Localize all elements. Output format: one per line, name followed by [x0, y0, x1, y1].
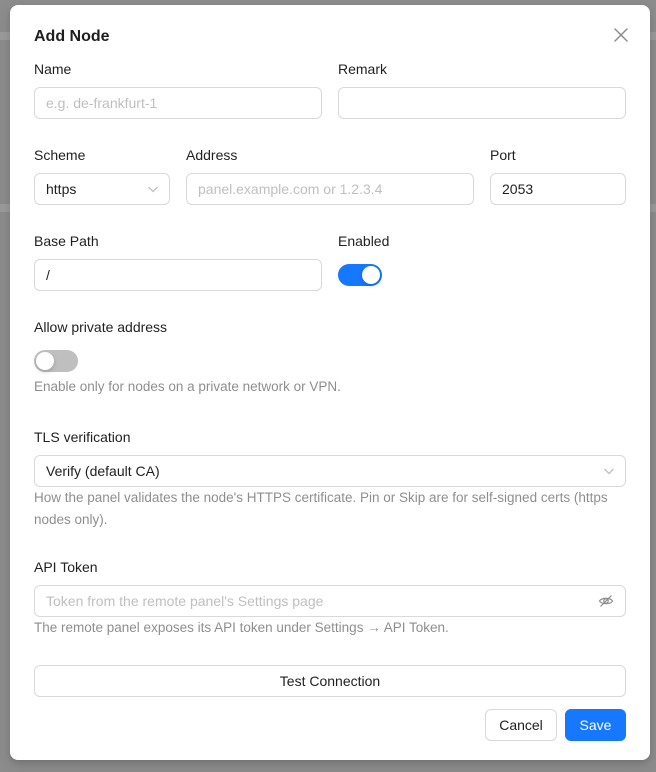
allow-private-toggle[interactable] — [34, 350, 78, 372]
base-path-input[interactable] — [34, 259, 322, 291]
tls-help-line1: How the panel validates the node's HTTPS… — [34, 490, 608, 505]
cancel-button[interactable]: Cancel — [485, 709, 557, 741]
chevron-down-icon — [604, 468, 614, 475]
address-label: Address — [186, 147, 238, 163]
port-input[interactable] — [490, 173, 626, 205]
add-node-dialog: Add Node Name Remark Scheme https Addres… — [10, 5, 650, 760]
eye-invisible-icon[interactable] — [598, 593, 614, 609]
scheme-label: Scheme — [34, 147, 86, 163]
port-label: Port — [490, 147, 516, 163]
api-token-help: The remote panel exposes its API token u… — [34, 620, 449, 635]
remark-label: Remark — [338, 61, 388, 77]
enabled-toggle[interactable] — [338, 264, 382, 286]
enabled-label: Enabled — [338, 233, 390, 249]
api-token-label: API Token — [34, 559, 98, 575]
test-connection-button[interactable]: Test Connection — [34, 665, 626, 697]
tls-label: TLS verification — [34, 429, 131, 445]
scheme-value: https — [46, 181, 77, 197]
scheme-select[interactable]: https — [34, 173, 170, 205]
tls-help-line2: nodes only). — [34, 512, 108, 527]
save-button[interactable]: Save — [565, 709, 626, 741]
chevron-down-icon — [148, 186, 158, 193]
name-input[interactable] — [34, 87, 322, 119]
allow-private-label: Allow private address — [34, 319, 168, 335]
dialog-title: Add Node — [34, 28, 110, 45]
tls-select[interactable]: Verify (default CA) — [34, 455, 626, 487]
name-label: Name — [34, 61, 72, 77]
api-token-field — [34, 585, 626, 617]
allow-private-help: Enable only for nodes on a private netwo… — [34, 379, 341, 394]
toggle-knob — [362, 266, 380, 284]
remark-input[interactable] — [338, 87, 626, 119]
close-icon — [614, 28, 628, 42]
address-input[interactable] — [186, 173, 474, 205]
close-button[interactable] — [610, 24, 632, 46]
api-token-input[interactable] — [34, 585, 626, 617]
tls-value: Verify (default CA) — [46, 463, 160, 479]
toggle-knob — [36, 352, 54, 370]
base-path-label: Base Path — [34, 233, 99, 249]
